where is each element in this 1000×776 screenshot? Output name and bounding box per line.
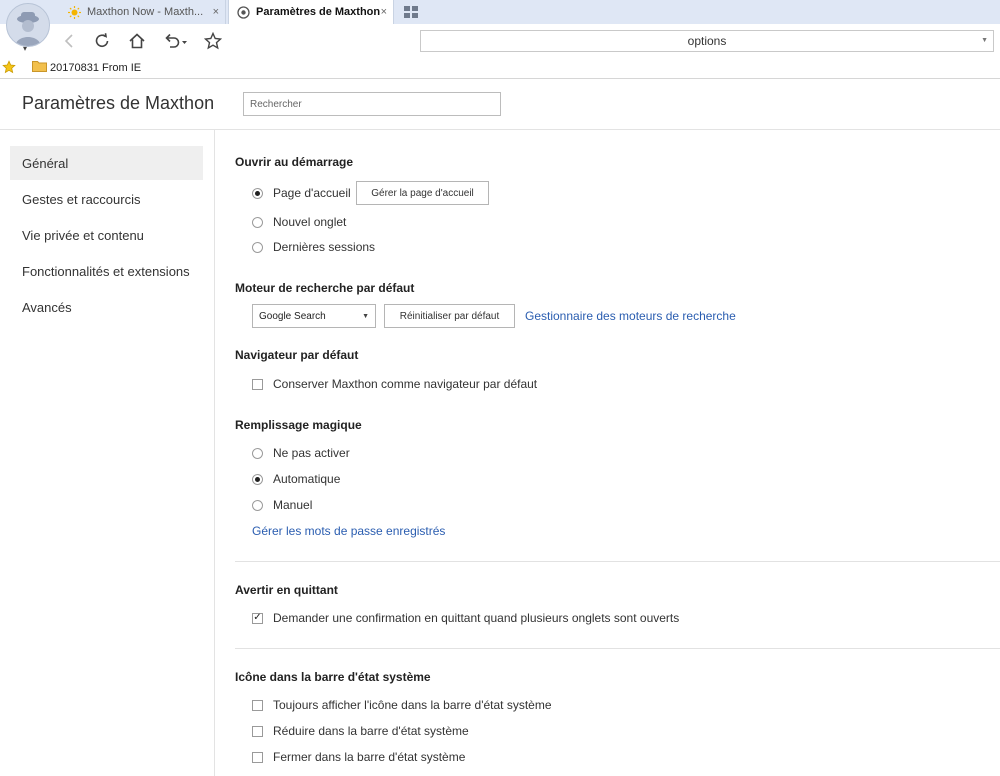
tab-parametres[interactable]: Paramètres de Maxthon × bbox=[228, 0, 394, 24]
favorite-folder-label: 20170831 From IE bbox=[50, 61, 142, 74]
section-title-search-engine: Moteur de recherche par défaut bbox=[235, 281, 415, 295]
checkbox-tray-close[interactable]: Fermer dans la barre d'état système bbox=[252, 750, 465, 764]
checkbox-tray-minimize[interactable]: Réduire dans la barre d'état système bbox=[252, 724, 469, 738]
sidebar-item-gestures[interactable]: Gestes et raccourcis bbox=[10, 182, 203, 216]
section-title-default-browser: Navigateur par défaut bbox=[235, 348, 359, 362]
radio-startup-last-sessions[interactable]: Dernières sessions bbox=[252, 240, 375, 254]
section-divider bbox=[235, 561, 1000, 562]
radio-button[interactable] bbox=[252, 499, 263, 511]
radio-startup-new-tab[interactable]: Nouvel onglet bbox=[252, 215, 346, 229]
sidebar-item-privacy[interactable]: Vie privée et contenu bbox=[10, 218, 203, 252]
checkbox[interactable] bbox=[252, 378, 263, 390]
favorites-star-icon[interactable] bbox=[2, 60, 16, 79]
section-title-quit-warning: Avertir en quittant bbox=[235, 583, 338, 597]
radio-magic-fill-off[interactable]: Ne pas activer bbox=[252, 446, 350, 460]
section-divider bbox=[235, 648, 1000, 649]
address-text: options bbox=[687, 34, 727, 48]
user-avatar-icon[interactable] bbox=[6, 3, 50, 47]
manage-passwords-link[interactable]: Gérer les mots de passe enregistrés bbox=[252, 524, 445, 538]
folder-icon bbox=[32, 60, 47, 75]
tab-maxthon-now[interactable]: Maxthon Now - Maxth... × bbox=[60, 0, 226, 24]
tile-grid-icon[interactable] bbox=[404, 5, 418, 23]
section-title-tray: Icône dans la barre d'état système bbox=[235, 670, 431, 684]
radio-button[interactable] bbox=[252, 216, 263, 228]
radio-button[interactable] bbox=[252, 447, 263, 459]
back-icon[interactable] bbox=[58, 30, 80, 52]
tab-close-icon[interactable]: × bbox=[381, 6, 387, 18]
select-value: Google Search bbox=[259, 310, 326, 322]
undo-icon[interactable] bbox=[160, 30, 190, 52]
tab-title: Maxthon Now - Maxth... bbox=[87, 6, 204, 18]
avatar-menu-caret-icon[interactable]: ▾ bbox=[23, 44, 27, 53]
address-bar[interactable]: options ▼ bbox=[420, 30, 994, 52]
option-label: Réduire dans la barre d'état système bbox=[273, 724, 469, 738]
section-title-magic-fill: Remplissage magique bbox=[235, 418, 362, 432]
settings-header: Paramètres de Maxthon bbox=[0, 79, 1000, 130]
radio-startup-homepage[interactable]: Page d'accueil bbox=[252, 186, 351, 200]
checkbox[interactable] bbox=[252, 751, 263, 763]
favorites-bar bbox=[0, 58, 1000, 79]
address-dropdown-icon[interactable]: ▼ bbox=[981, 37, 988, 44]
search-engine-select[interactable]: Google Search ▼ bbox=[252, 304, 376, 328]
checkbox-tray-always[interactable]: Toujours afficher l'icône dans la barre … bbox=[252, 698, 552, 712]
sidebar-item-features[interactable]: Fonctionnalités et extensions bbox=[10, 254, 203, 288]
checkbox[interactable] bbox=[252, 725, 263, 737]
manage-homepage-button[interactable]: Gérer la page d'accueil bbox=[356, 181, 489, 205]
tab-title: Paramètres de Maxthon bbox=[256, 6, 381, 18]
checkbox-confirm-quit[interactable]: ✓ Demander une confirmation en quittant … bbox=[252, 611, 679, 625]
option-label: Nouvel onglet bbox=[273, 215, 347, 229]
option-label: Dernières sessions bbox=[273, 240, 376, 254]
home-icon[interactable] bbox=[126, 30, 148, 52]
page-title: Paramètres de Maxthon bbox=[22, 93, 215, 113]
sidebar-item-advanced[interactable]: Avancés bbox=[10, 290, 203, 324]
reset-search-engine-button[interactable]: Réinitialiser par défaut bbox=[384, 304, 515, 328]
search-input[interactable] bbox=[243, 92, 501, 116]
option-label: Fermer dans la barre d'état système bbox=[273, 750, 466, 764]
option-label: Manuel bbox=[273, 498, 313, 512]
favorite-folder[interactable]: 20170831 From IE bbox=[32, 60, 141, 75]
sun-icon bbox=[68, 5, 81, 19]
option-label: Toujours afficher l'icône dans la barre … bbox=[273, 698, 552, 712]
radio-magic-fill-manual[interactable]: Manuel bbox=[252, 498, 312, 512]
radio-button[interactable] bbox=[252, 241, 263, 253]
radio-button[interactable] bbox=[252, 187, 263, 199]
checkbox-keep-default-browser[interactable]: Conserver Maxthon comme navigateur par d… bbox=[252, 377, 537, 391]
chevron-down-icon: ▼ bbox=[362, 313, 369, 320]
settings-content: Ouvrir au démarrage Page d'accueil Gérer… bbox=[215, 130, 1000, 776]
option-label: Ne pas activer bbox=[273, 446, 350, 460]
radio-button[interactable] bbox=[252, 473, 263, 485]
section-title-startup: Ouvrir au démarrage bbox=[235, 155, 354, 169]
settings-sidebar: Général Gestes et raccourcis Vie privée … bbox=[0, 130, 215, 776]
star-icon[interactable] bbox=[202, 30, 224, 52]
option-label: Automatique bbox=[273, 472, 341, 486]
tab-close-icon[interactable]: × bbox=[213, 6, 219, 18]
checkbox[interactable] bbox=[252, 699, 263, 711]
option-label: Page d'accueil bbox=[273, 186, 351, 200]
search-engine-manager-link[interactable]: Gestionnaire des moteurs de recherche bbox=[525, 309, 736, 323]
radio-magic-fill-auto[interactable]: Automatique bbox=[252, 472, 340, 486]
sidebar-item-general[interactable]: Général bbox=[10, 146, 203, 180]
option-label: Demander une confirmation en quittant qu… bbox=[273, 611, 680, 625]
settings-icon bbox=[237, 5, 250, 19]
option-label: Conserver Maxthon comme navigateur par d… bbox=[273, 377, 538, 391]
reload-icon[interactable] bbox=[91, 30, 113, 52]
checkbox[interactable]: ✓ bbox=[252, 612, 263, 624]
